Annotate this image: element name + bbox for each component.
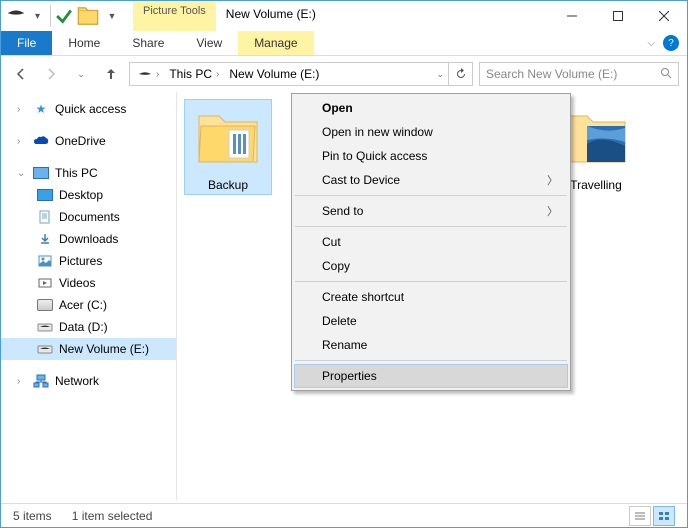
ctx-rename[interactable]: Rename (294, 333, 568, 357)
home-tab[interactable]: Home (52, 31, 116, 55)
app-icon[interactable] (5, 5, 27, 27)
ctx-delete[interactable]: Delete (294, 309, 568, 333)
details-view-button[interactable] (629, 506, 651, 526)
search-input[interactable]: Search New Volume (E:) (479, 62, 679, 86)
help-icon[interactable]: ? (663, 35, 679, 51)
sidebar-network[interactable]: ›Network (1, 370, 176, 392)
sidebar-pictures[interactable]: Pictures (1, 250, 176, 272)
sidebar-quick-access[interactable]: ›★Quick access (1, 98, 176, 120)
view-tab[interactable]: View (180, 31, 238, 55)
recent-chevron-icon[interactable]: ⌄ (69, 62, 93, 86)
manage-tab[interactable]: Manage (238, 31, 313, 55)
folder-icon (193, 104, 263, 174)
ctx-send-to[interactable]: Send to〉 (294, 199, 568, 223)
ctx-properties[interactable]: Properties (294, 364, 568, 388)
ribbon-tabs: File Home Share View Manage ⌵ ? (1, 31, 687, 56)
status-selection-count: 1 item selected (72, 509, 153, 523)
ctx-open[interactable]: Open (294, 96, 568, 120)
close-button[interactable] (641, 1, 687, 31)
star-icon: ★ (33, 101, 49, 117)
ctx-open-new-window[interactable]: Open in new window (294, 120, 568, 144)
drive-icon (37, 341, 53, 357)
drive-icon (37, 297, 53, 313)
submenu-chevron-icon: 〉 (547, 203, 558, 219)
qat-new-folder-icon[interactable] (77, 5, 99, 27)
videos-icon (37, 275, 53, 291)
sidebar-downloads[interactable]: Downloads (1, 228, 176, 250)
ctx-separator (295, 195, 567, 196)
large-icons-view-button[interactable] (653, 506, 675, 526)
sidebar-new-volume[interactable]: New Volume (E:) (1, 338, 176, 360)
sidebar-acer-drive[interactable]: Acer (C:) (1, 294, 176, 316)
breadcrumb-this-pc[interactable]: This PC› (165, 65, 223, 83)
sidebar-onedrive[interactable]: ›OneDrive (1, 130, 176, 152)
search-icon (660, 67, 672, 82)
search-placeholder: Search New Volume (E:) (486, 67, 660, 81)
ctx-create-shortcut[interactable]: Create shortcut (294, 285, 568, 309)
share-tab[interactable]: Share (116, 31, 180, 55)
ctx-cast-to-device[interactable]: Cast to Device〉 (294, 168, 568, 192)
ctx-copy[interactable]: Copy (294, 254, 568, 278)
ctx-pin-quick-access[interactable]: Pin to Quick access (294, 144, 568, 168)
address-bar: ⌄ › This PC› New Volume (E:) ⌄ Search Ne… (1, 56, 687, 92)
ctx-separator (295, 226, 567, 227)
sidebar-data-drive[interactable]: Data (D:) (1, 316, 176, 338)
contextual-tab-label: Picture Tools (133, 1, 216, 31)
status-bar: 5 items 1 item selected (1, 503, 687, 527)
back-button[interactable] (9, 62, 33, 86)
context-menu: Open Open in new window Pin to Quick acc… (291, 93, 571, 391)
ctx-separator (295, 360, 567, 361)
title-bar: ▾ ▼ Picture Tools New Volume (E:) (1, 1, 687, 31)
sidebar-this-pc[interactable]: ⌄This PC (1, 162, 176, 184)
qat-customize-chevron[interactable]: ▼ (101, 5, 123, 27)
folder-icon (561, 104, 631, 174)
status-item-count: 5 items (13, 509, 52, 523)
submenu-chevron-icon: 〉 (547, 172, 558, 188)
network-icon (33, 373, 49, 389)
ctx-cut[interactable]: Cut (294, 230, 568, 254)
breadcrumb-root-icon[interactable]: › (134, 67, 163, 82)
sidebar-desktop[interactable]: Desktop (1, 184, 176, 206)
ctx-separator (295, 281, 567, 282)
documents-icon (37, 209, 53, 225)
ribbon-expand-icon[interactable]: ⌵ (647, 38, 655, 49)
onedrive-icon (33, 133, 49, 149)
window-title: New Volume (E:) (216, 1, 549, 31)
folder-backup[interactable]: Backup (185, 100, 271, 194)
forward-button[interactable] (39, 62, 63, 86)
file-tab[interactable]: File (1, 31, 52, 55)
sidebar-documents[interactable]: Documents (1, 206, 176, 228)
navigation-pane: ›★Quick access ›OneDrive ⌄This PC Deskto… (1, 92, 177, 500)
app-menu-chevron[interactable]: ▾ (29, 5, 51, 27)
pictures-icon (37, 253, 53, 269)
maximize-button[interactable] (595, 1, 641, 31)
breadcrumb-volume[interactable]: New Volume (E:) (225, 65, 323, 83)
breadcrumb[interactable]: › This PC› New Volume (E:) ⌄ (129, 62, 449, 86)
minimize-button[interactable] (549, 1, 595, 31)
qat-properties-icon[interactable] (53, 5, 75, 27)
up-button[interactable] (99, 62, 123, 86)
refresh-button[interactable] (449, 62, 473, 86)
folder-label: Backup (185, 176, 271, 194)
downloads-icon (37, 231, 53, 247)
drive-icon (37, 319, 53, 335)
breadcrumb-history-chevron[interactable]: ⌄ (436, 69, 444, 80)
desktop-icon (37, 187, 53, 203)
sidebar-videos[interactable]: Videos (1, 272, 176, 294)
monitor-icon (33, 165, 49, 181)
